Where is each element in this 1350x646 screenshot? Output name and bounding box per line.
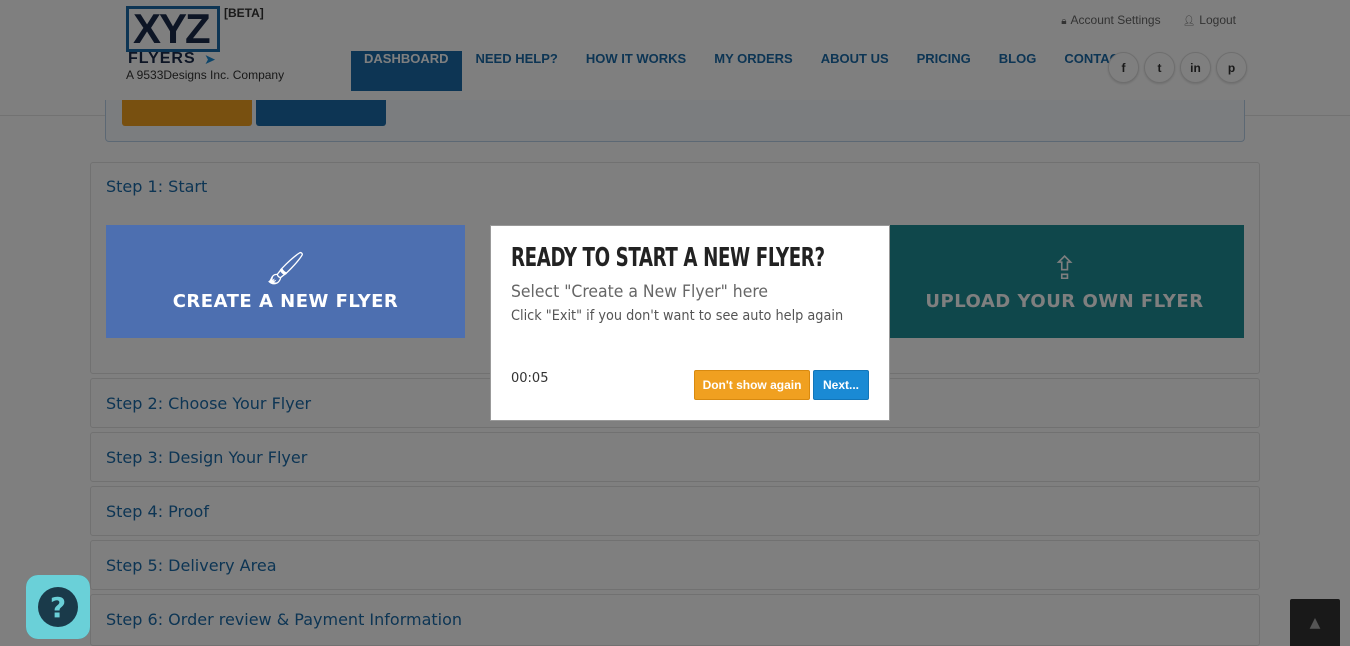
create-new-flyer-spotlight-label: CREATE A NEW FLYER [172,291,399,312]
dont-show-again-button[interactable]: Don't show again [694,370,810,400]
tour-popup: READY TO START A NEW FLYER? Select "Crea… [490,225,890,421]
popup-timer: 00:05 [511,371,549,386]
popup-title: READY TO START A NEW FLYER? [511,243,825,273]
question-icon: ? [38,587,78,627]
popup-hint: Click "Exit" if you don't want to see au… [511,308,844,324]
paintbrush-icon: 🖌︎ [265,249,306,287]
help-widget-button-front[interactable]: ? [26,575,90,639]
popup-subtitle: Select "Create a New Flyer" here [511,282,769,302]
create-new-flyer-spotlight[interactable]: 🖌︎ CREATE A NEW FLYER [106,225,465,338]
next-button[interactable]: Next... [813,370,869,400]
